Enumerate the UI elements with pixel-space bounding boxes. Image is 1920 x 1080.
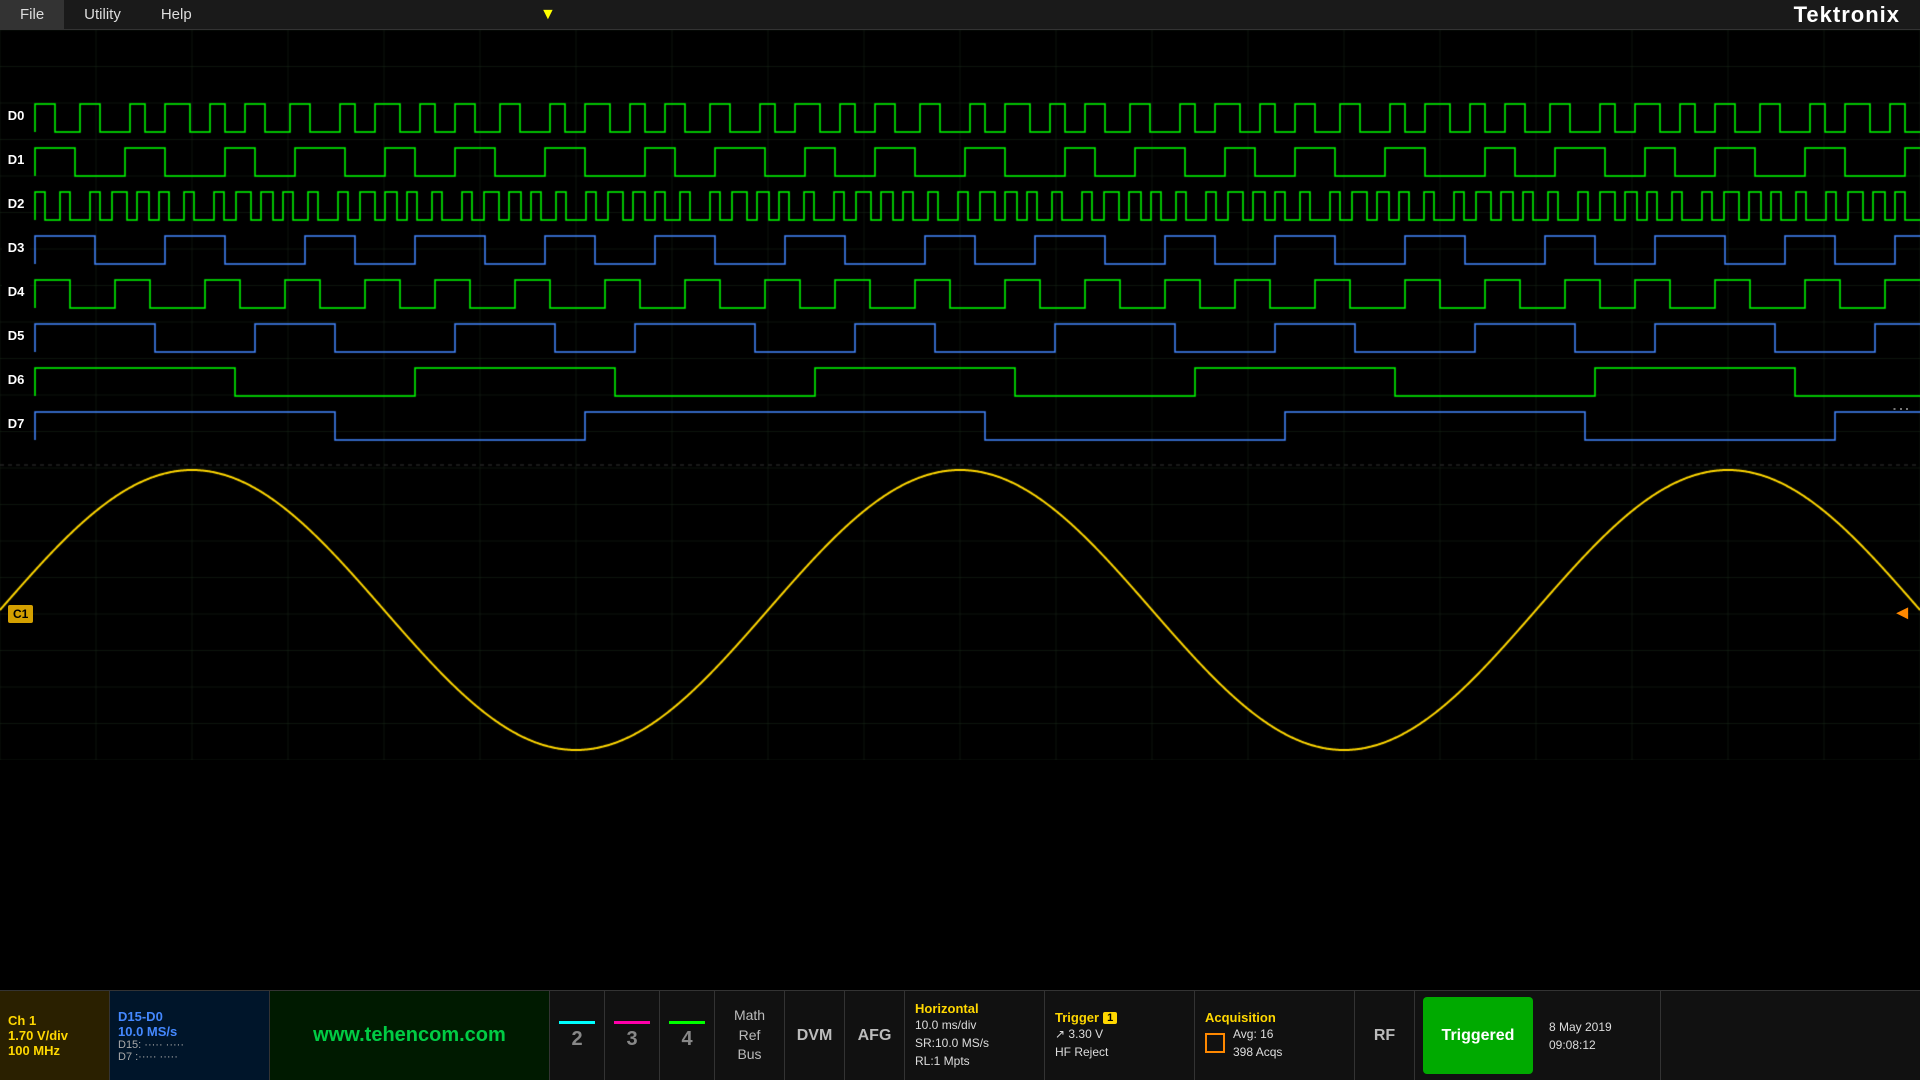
datetime-section: 8 May 2019 09:08:12 xyxy=(1541,991,1661,1080)
triggered-button[interactable]: Triggered xyxy=(1423,997,1533,1074)
c1-marker: C1 xyxy=(8,605,33,623)
website-url: www.tehencom.com xyxy=(313,1024,506,1047)
dots-menu[interactable]: ⋮ xyxy=(1890,400,1912,420)
horizontal-section[interactable]: Horizontal 10.0 ms/div SR:10.0 MS/s RL:1… xyxy=(905,991,1045,1080)
trigger-badge: 1 xyxy=(1103,1012,1117,1024)
acquisition-count: 398 Acqs xyxy=(1233,1043,1282,1061)
horizontal-title: Horizontal xyxy=(915,1001,1034,1016)
d7-value: D7 :····· ····· xyxy=(118,1051,261,1063)
d15-value: D15: ····· ····· xyxy=(118,1039,261,1051)
ch1-section[interactable]: Ch 1 1.70 V/div 100 MHz xyxy=(0,991,110,1080)
channel-label-d0: D0 xyxy=(2,108,30,123)
ch4-button[interactable]: 4 xyxy=(660,991,715,1080)
channel-label-d1: D1 xyxy=(2,152,30,167)
rf-button[interactable]: RF xyxy=(1355,991,1415,1080)
right-arrow-marker: ◄ xyxy=(1892,602,1912,625)
math-ref-bus-button[interactable]: MathRefBus xyxy=(715,991,785,1080)
ch3-button[interactable]: 3 xyxy=(605,991,660,1080)
channel-label-d4: D4 xyxy=(2,284,30,299)
scope-display: D0 D1 D2 D3 D4 D5 D6 D7 C1 ◄ ⋮ xyxy=(0,30,1920,760)
acquisition-title: Acquisition xyxy=(1205,1010,1344,1025)
ch1-vdiv: 1.70 V/div xyxy=(8,1028,101,1043)
dvm-label: DVM xyxy=(797,1027,833,1045)
file-menu[interactable]: File xyxy=(0,0,64,29)
time-display: 09:08:12 xyxy=(1549,1036,1652,1054)
channel-label-d3: D3 xyxy=(2,240,30,255)
acquisition-section[interactable]: Acquisition Avg: 16 398 Acqs xyxy=(1195,991,1355,1080)
d15-samplerate: 10.0 MS/s xyxy=(118,1024,261,1039)
date-display: 8 May 2019 xyxy=(1549,1018,1652,1036)
ch3-num: 3 xyxy=(626,1028,637,1051)
trigger-mode: HF Reject xyxy=(1055,1043,1184,1061)
menu-bar: File Utility Help ▼ Tektronix xyxy=(0,0,1920,30)
ch1-label: Ch 1 xyxy=(8,1013,101,1028)
d15-section[interactable]: D15-D0 10.0 MS/s D15: ····· ····· D7 :··… xyxy=(110,991,270,1080)
ch2-line xyxy=(559,1021,595,1024)
channel-label-d7: D7 xyxy=(2,416,30,431)
acq-color-box xyxy=(1205,1033,1225,1053)
math-ref-bus-label: MathRefBus xyxy=(734,1006,765,1065)
channel-label-d6: D6 xyxy=(2,372,30,387)
trigger-title-row: Trigger 1 xyxy=(1055,1010,1184,1025)
ch4-line xyxy=(669,1021,705,1024)
status-bar: Ch 1 1.70 V/div 100 MHz D15-D0 10.0 MS/s… xyxy=(0,990,1920,1080)
brand-logo: Tektronix xyxy=(1794,2,1900,28)
triggered-label: Triggered xyxy=(1442,1027,1515,1045)
help-menu[interactable]: Help xyxy=(141,0,212,29)
ch2-num: 2 xyxy=(571,1028,582,1051)
channel-label-d2: D2 xyxy=(2,196,30,211)
horizontal-timediv: 10.0 ms/div xyxy=(915,1016,1034,1034)
ch3-line xyxy=(614,1021,650,1024)
trigger-voltage: 3.30 V xyxy=(1068,1027,1103,1041)
waveform-canvas xyxy=(0,30,1920,760)
ch4-num: 4 xyxy=(681,1028,692,1051)
utility-menu[interactable]: Utility xyxy=(64,0,141,29)
afg-button[interactable]: AFG xyxy=(845,991,905,1080)
website-section: www.tehencom.com xyxy=(270,991,550,1080)
trigger-slope-row: ↗ 3.30 V xyxy=(1055,1025,1184,1043)
channel-label-d5: D5 xyxy=(2,328,30,343)
trigger-title: Trigger xyxy=(1055,1010,1099,1025)
acquisition-mode: Avg: 16 xyxy=(1233,1025,1282,1043)
afg-label: AFG xyxy=(858,1027,892,1045)
trigger-section[interactable]: Trigger 1 ↗ 3.30 V HF Reject xyxy=(1045,991,1195,1080)
trigger-marker: ▼ xyxy=(540,0,556,29)
horizontal-sr: SR:10.0 MS/s xyxy=(915,1034,1034,1052)
dvm-button[interactable]: DVM xyxy=(785,991,845,1080)
ch2-button[interactable]: 2 xyxy=(550,991,605,1080)
horizontal-rl: RL:1 Mpts xyxy=(915,1052,1034,1070)
d15-label: D15-D0 xyxy=(118,1009,261,1024)
rf-label: RF xyxy=(1374,1027,1395,1045)
trigger-slope-icon: ↗ xyxy=(1055,1027,1068,1041)
ch1-bw: 100 MHz xyxy=(8,1043,101,1058)
